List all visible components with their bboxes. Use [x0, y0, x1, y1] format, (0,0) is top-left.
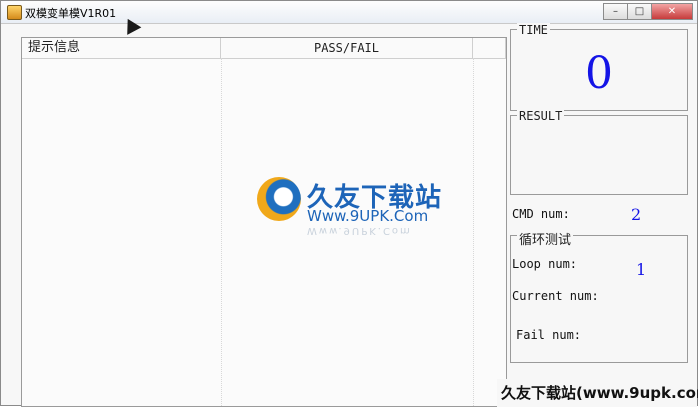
watermark-url-reflection: Www.9UPK.Com	[307, 225, 412, 236]
result-group: RESULT	[510, 109, 688, 195]
cmd-num-value: 2	[631, 205, 642, 224]
list-header: 提示信息 PASS/FAIL	[22, 38, 506, 59]
current-num-label: Current num:	[512, 289, 599, 303]
watermark-logo-icon	[257, 177, 301, 221]
cmd-num-label: CMD num:	[512, 207, 570, 221]
message-list[interactable]: 提示信息 PASS/FAIL	[21, 37, 507, 407]
window-title: 双模变单模V1R01	[25, 7, 117, 20]
watermark-url: Www.9UPK.Com	[307, 207, 429, 225]
time-value: 0	[585, 48, 613, 99]
app-icon	[7, 5, 22, 20]
app-window: 双模变单模V1R01 – □ ✕ 提示信息 PASS/FAIL 久友下载站 Ww…	[0, 0, 698, 407]
time-group: TIME 0	[510, 23, 688, 111]
loop-test-group: 循环测试 Loop num: 1 Current num: Fail num:	[510, 229, 688, 363]
loop-num-label: Loop num:	[512, 257, 578, 271]
result-group-label: RESULT	[517, 109, 565, 123]
loop-test-group-label: 循环测试	[517, 229, 574, 248]
column-divider	[473, 58, 474, 406]
minimize-button[interactable]: –	[603, 3, 628, 20]
column-header-info[interactable]: 提示信息	[22, 38, 221, 58]
title-bar[interactable]: 双模变单模V1R01 – □ ✕	[1, 1, 697, 24]
column-header-extra[interactable]	[473, 38, 506, 58]
time-group-label: TIME	[517, 23, 550, 37]
loop-num-value: 1	[636, 260, 647, 279]
fail-num-label: Fail num:	[516, 328, 582, 342]
column-divider	[221, 58, 222, 406]
close-button[interactable]: ✕	[651, 3, 693, 20]
window-controls: – □ ✕	[603, 3, 693, 20]
watermark-banner: 久友下载站(www.9upk.com)	[497, 379, 698, 407]
column-header-pass-fail[interactable]: PASS/FAIL	[221, 38, 473, 58]
maximize-button[interactable]: □	[627, 3, 652, 20]
